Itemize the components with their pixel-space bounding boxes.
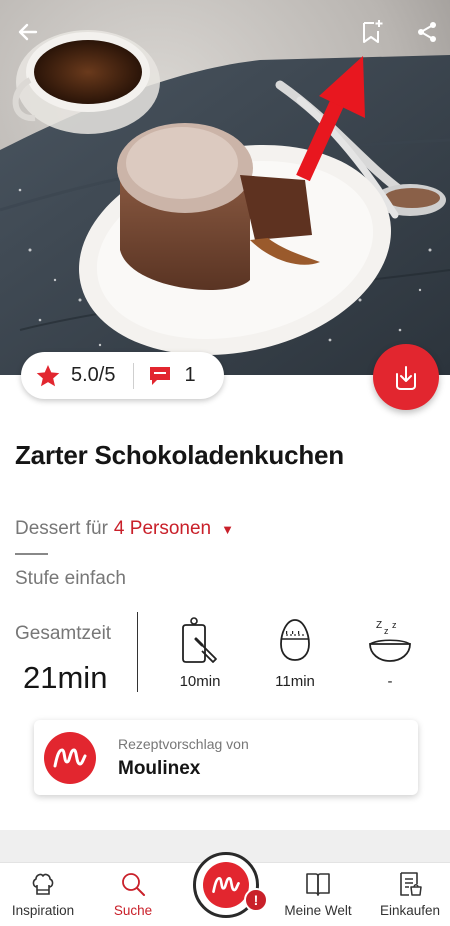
total-time-value: 21min <box>23 660 108 695</box>
recipe-title: Zarter Schokoladenkuchen <box>15 440 344 470</box>
svg-text:z: z <box>384 626 389 636</box>
moulinex-logo-icon <box>44 731 96 784</box>
annotation-arrow <box>296 56 365 182</box>
sponsor-subtitle: Rezeptvorschlag von <box>118 735 249 752</box>
share-icon <box>418 22 436 42</box>
nav-item-suche[interactable]: Suche <box>90 871 176 918</box>
arrow-left-icon <box>18 23 38 41</box>
divider <box>15 553 48 555</box>
comment-icon <box>150 366 171 385</box>
cook-time-value: 11min <box>275 673 315 690</box>
bookmark-add-icon <box>363 20 383 43</box>
download-button[interactable] <box>373 344 439 410</box>
recipe-category: Dessert für <box>15 518 108 539</box>
rating-value: 5.0/5 <box>71 364 116 386</box>
cook-time: 11min <box>255 614 335 690</box>
nav-label: Meine Welt <box>284 903 352 918</box>
prep-time: 10min <box>160 614 240 690</box>
comment-count: 1 <box>184 364 196 386</box>
nav-item-inspiration[interactable]: Inspiration <box>0 871 86 918</box>
bookmark-add-button[interactable] <box>356 16 388 48</box>
svg-text:Z: Z <box>376 620 382 631</box>
chef-hat-icon <box>32 873 54 895</box>
time-divider <box>137 612 138 692</box>
download-icon <box>396 366 416 390</box>
share-button[interactable] <box>411 16 443 48</box>
recipe-hero-image <box>0 0 450 375</box>
rating-pill[interactable]: 5.0/5 1 <box>21 352 224 399</box>
rest-time-value: - <box>387 673 393 690</box>
star-icon <box>36 364 60 386</box>
nav-item-meine-welt[interactable]: Meine Welt <box>275 871 361 918</box>
cutting-board-icon <box>182 617 217 663</box>
svg-text:z: z <box>392 620 397 630</box>
difficulty-level: Stufe einfach <box>15 568 126 589</box>
prep-time-value: 10min <box>179 673 221 690</box>
nav-item-einkaufen[interactable]: Einkaufen <box>367 871 450 918</box>
egg-timer-icon <box>280 619 310 661</box>
resting-bowl-icon: Z z z <box>369 620 411 662</box>
nav-label: Suche <box>113 903 153 918</box>
alert-badge: ! <box>244 888 268 912</box>
nav-label: Inspiration <box>11 903 75 918</box>
serving-row: Dessert für 4 Personen ▼ <box>15 518 234 540</box>
caret-down-icon[interactable]: ▼ <box>221 522 234 537</box>
nav-label: Einkaufen <box>379 903 441 918</box>
pill-divider <box>133 362 135 389</box>
search-icon <box>122 873 145 896</box>
rest-time: Z z z - <box>350 614 430 690</box>
back-button[interactable] <box>12 16 44 48</box>
sponsor-name: Moulinex <box>118 757 201 779</box>
book-icon <box>306 873 330 896</box>
shopping-list-icon <box>400 872 422 896</box>
servings-selector[interactable]: 4 Personen <box>114 518 211 540</box>
total-time-label: Gesamtzeit <box>15 623 112 644</box>
sponsor-card[interactable]: Rezeptvorschlag von Moulinex <box>34 720 418 795</box>
moulinex-logo-icon <box>203 862 249 908</box>
